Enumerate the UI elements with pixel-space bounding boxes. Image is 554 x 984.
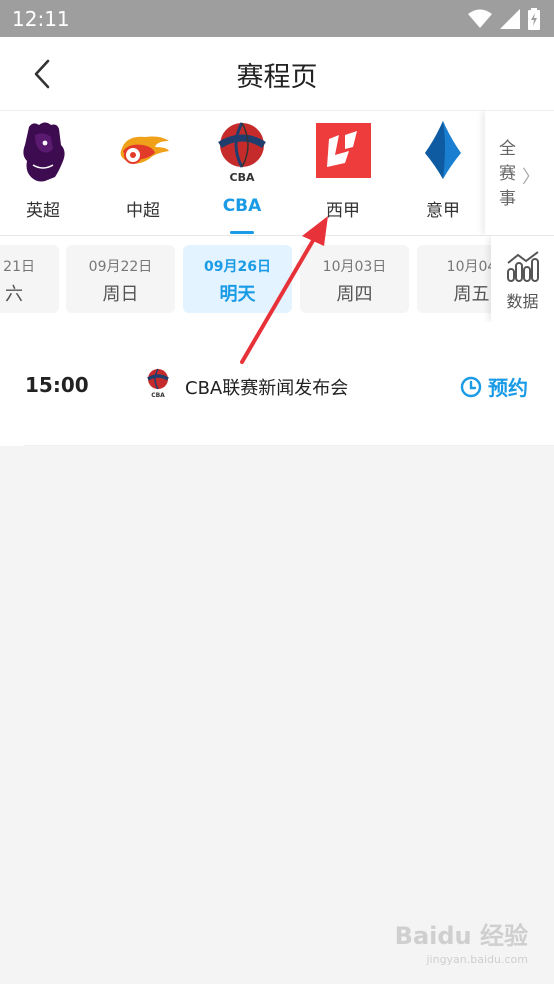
status-bar: 12:11 (0, 0, 554, 37)
match-title: CBA联赛新闻发布会 (185, 378, 349, 399)
bar-chart-icon (507, 251, 539, 282)
chevron-right-icon: 〉 (522, 167, 540, 188)
active-tab-indicator (230, 231, 254, 234)
date-item[interactable]: 10月03日 周四 (300, 245, 409, 313)
clock-icon (460, 376, 482, 397)
all-leagues-button[interactable]: 全 赛 事 〉 (485, 111, 554, 235)
date-item[interactable]: 21日 六 (0, 245, 59, 313)
league-name: 意甲 (426, 201, 460, 221)
league-tabs: 英超 中超 CBA CBA 西甲 意甲 全 赛 事 〉 (0, 111, 554, 236)
date-selector: 21日 六 09月22日 周日 09月26日 明天 10月03日 周四 10月0… (0, 236, 554, 322)
cba-basketball-icon: CBA (147, 368, 169, 398)
stats-label: 数据 (506, 292, 539, 311)
divider (24, 445, 554, 446)
chinese-super-league-icon (120, 136, 169, 164)
league-name: 西甲 (326, 201, 360, 221)
date-item[interactable]: 09月22日 周日 (66, 245, 175, 313)
watermark-brand: Baidu 经验 (394, 922, 528, 950)
league-tab-chinese-super-league[interactable]: 中超 (98, 119, 188, 229)
status-time: 12:11 (12, 7, 70, 31)
match-time: 15:00 (25, 373, 89, 397)
league-name: CBA (222, 196, 262, 216)
league-tab-laliga[interactable]: 西甲 (298, 119, 388, 229)
stats-button[interactable]: 数据 (491, 236, 554, 322)
cba-basketball-icon: CBA (218, 122, 266, 183)
page-title: 赛程页 (236, 62, 318, 93)
svg-text:CBA: CBA (151, 392, 165, 398)
status-icons (468, 8, 540, 30)
wifi-icon (468, 9, 492, 28)
watermark: Baidu 经验 jingyan.baidu.com (395, 916, 528, 966)
league-name: 中超 (126, 201, 160, 221)
signal-icon (500, 9, 520, 29)
battery-icon (528, 8, 540, 30)
league-name: 英超 (26, 201, 60, 221)
app-header: 赛程页 (0, 37, 554, 111)
reserve-button[interactable]: 预约 (460, 372, 528, 401)
laliga-icon (316, 123, 371, 178)
match-row[interactable]: 15:00 CBA CBA联赛新闻发布会 预约 (0, 322, 554, 446)
league-tab-serie-a[interactable]: 意甲 (398, 119, 488, 229)
premier-league-lion-icon (23, 122, 65, 182)
watermark-url: jingyan.baidu.com (426, 953, 528, 966)
league-tab-cba[interactable]: CBA CBA (197, 119, 287, 234)
date-item-selected[interactable]: 09月26日 明天 (183, 245, 292, 313)
reserve-label: 预约 (488, 376, 528, 400)
svg-text:CBA: CBA (230, 171, 255, 183)
league-tab-premier-league[interactable]: 英超 (0, 119, 88, 229)
serie-a-icon (425, 121, 461, 179)
all-leagues-label: 全 赛 事 (499, 139, 516, 209)
